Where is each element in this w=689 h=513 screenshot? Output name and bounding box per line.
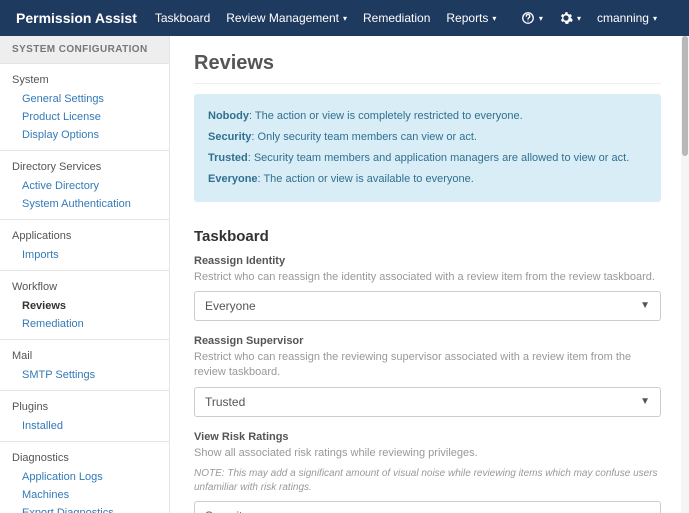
select-value: Security [205,509,248,513]
gear-icon [559,11,573,25]
info-box: Nobody: The action or view is completely… [194,94,661,202]
field-desc: Show all associated risk ratings while r… [194,446,661,461]
field-reassign-supervisor: Reassign Supervisor Restrict who can rea… [194,335,661,417]
field-note: NOTE: This may add a significant amount … [194,467,661,495]
sidebar-item-machines[interactable]: Machines [0,486,169,504]
side-group-mail: Mail SMTP Settings [0,340,169,391]
field-label: View Risk Ratings [194,431,661,443]
side-group-plugins: Plugins Installed [0,391,169,442]
side-group-diagnostics: Diagnostics Application Logs Machines Ex… [0,442,169,513]
sidebar-item-app-logs[interactable]: Application Logs [0,468,169,486]
select-view-risk-ratings[interactable]: Security ▼ [194,501,661,513]
sidebar-item-active-directory[interactable]: Active Directory [0,177,169,195]
field-label: Reassign Supervisor [194,335,661,347]
sidebar-item-remediation[interactable]: Remediation [0,315,169,333]
chevron-down-icon: ▾ [343,14,347,23]
top-nav: Permission Assist Taskboard Review Manag… [0,0,689,36]
chevron-down-icon: ▾ [653,14,657,23]
sidebar-item-export-diag[interactable]: Export Diagnostics [0,504,169,513]
scrollbar[interactable] [681,36,689,513]
nav-reports[interactable]: Reports▾ [446,11,496,25]
sidebar-item-imports[interactable]: Imports [0,246,169,264]
nav-review-management[interactable]: Review Management▾ [226,11,347,25]
help-button[interactable]: ▾ [521,11,543,25]
nav-taskboard[interactable]: Taskboard [155,11,210,25]
chevron-down-icon: ▼ [640,396,650,407]
side-group-system: System General Settings Product License … [0,64,169,151]
sidebar-item-installed[interactable]: Installed [0,417,169,435]
side-group-title: System [0,70,169,90]
sidebar-item-general-settings[interactable]: General Settings [0,90,169,108]
field-desc: Restrict who can reassign the identity a… [194,270,661,285]
side-group-title: Workflow [0,277,169,297]
side-group-workflow: Workflow Reviews Remediation [0,271,169,340]
info-text: : The action or view is completely restr… [249,110,523,122]
side-group-title: Diagnostics [0,448,169,468]
nav-remediation[interactable]: Remediation [363,11,430,25]
help-icon [521,11,535,25]
sidebar-item-product-license[interactable]: Product License [0,108,169,126]
chevron-down-icon: ▾ [539,14,543,23]
brand: Permission Assist [16,10,137,26]
info-term: Nobody [208,110,249,122]
page-title: Reviews [194,52,661,84]
select-reassign-supervisor[interactable]: Trusted ▼ [194,387,661,417]
info-term: Security [208,131,251,143]
select-value: Trusted [205,395,245,409]
info-text: : Security team members and application … [248,152,630,164]
side-group-title: Mail [0,346,169,366]
field-desc: Restrict who can reassign the reviewing … [194,350,661,381]
chevron-down-icon: ▾ [492,14,496,23]
field-label: Reassign Identity [194,255,661,267]
sidebar-item-reviews[interactable]: Reviews [0,297,169,315]
chevron-down-icon: ▼ [640,300,650,311]
user-menu[interactable]: cmanning▾ [597,11,657,25]
side-group-title: Plugins [0,397,169,417]
sidebar: SYSTEM CONFIGURATION System General Sett… [0,36,170,513]
side-group-applications: Applications Imports [0,220,169,271]
field-view-risk-ratings: View Risk Ratings Show all associated ri… [194,431,661,513]
side-group-title: Directory Services [0,157,169,177]
info-term: Trusted [208,152,248,164]
info-text: : The action or view is available to eve… [258,173,474,185]
info-text: : Only security team members can view or… [251,131,477,143]
field-reassign-identity: Reassign Identity Restrict who can reass… [194,255,661,321]
side-group-directory: Directory Services Active Directory Syst… [0,151,169,220]
sidebar-item-display-options[interactable]: Display Options [0,126,169,144]
select-value: Everyone [205,299,256,313]
settings-button[interactable]: ▾ [559,11,581,25]
chevron-down-icon: ▾ [577,14,581,23]
section-title: Taskboard [194,228,661,245]
sidebar-item-smtp[interactable]: SMTP Settings [0,366,169,384]
main-content: Reviews Nobody: The action or view is co… [170,36,689,513]
info-term: Everyone [208,173,258,185]
side-group-title: Applications [0,226,169,246]
sidebar-header: SYSTEM CONFIGURATION [0,36,169,64]
sidebar-item-system-auth[interactable]: System Authentication [0,195,169,213]
select-reassign-identity[interactable]: Everyone ▼ [194,291,661,321]
